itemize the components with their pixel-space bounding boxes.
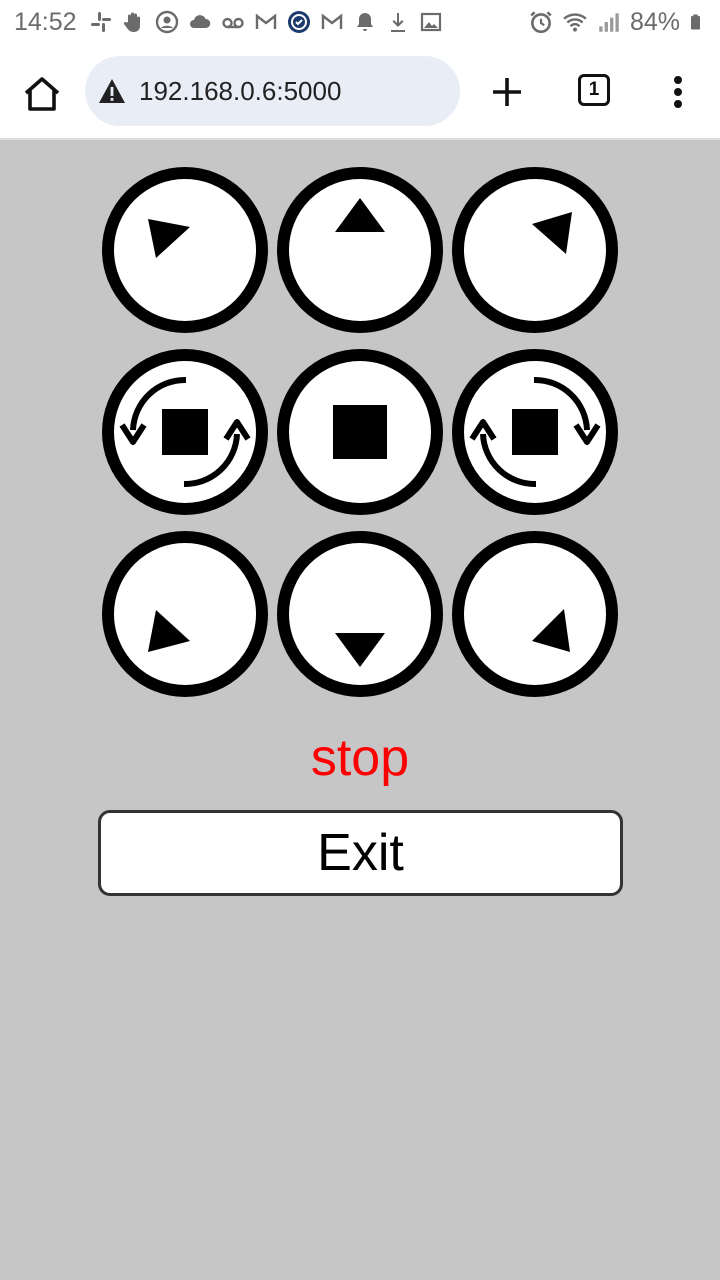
up-arrow-icon [277,167,443,333]
backward-button[interactable] [275,529,445,699]
battery-percentage: 84% [629,7,680,36]
down-arrow-icon [277,531,443,697]
warning-icon[interactable] [97,76,127,106]
bell-icon [356,13,373,31]
backward-left-button[interactable] [100,529,270,699]
slack-icon [90,12,111,32]
battery-icon [691,14,700,30]
alarm-icon [530,11,552,34]
browser-toolbar: 192.168.0.6:5000 1 [0,44,720,140]
forward-button[interactable] [275,165,445,335]
backward-left-icon [102,531,268,697]
gmail-icon [255,13,276,29]
rotate-left-icon [102,349,268,515]
url-text[interactable]: 192.168.0.6:5000 [139,76,341,107]
forward-right-icon [452,167,618,333]
tab-count: 1 [588,79,600,100]
account-icon [155,10,178,34]
clock: 14:52 [14,7,77,36]
tab-switcher-button[interactable]: 1 [578,74,610,106]
forward-left-button[interactable] [100,165,270,335]
address-bar[interactable]: 192.168.0.6:5000 [85,56,460,126]
gmail-icon [321,13,342,29]
shield-app-icon [287,11,310,33]
forward-right-button[interactable] [450,165,620,335]
rotate-right-button[interactable] [450,347,620,517]
backward-right-icon [452,531,618,697]
status-bar: 14:52 84% [0,0,720,44]
cloud-icon [189,15,210,28]
wifi-icon [563,13,587,32]
rotate-left-button[interactable] [100,347,270,517]
voicemail-icon [221,17,244,29]
home-icon[interactable] [20,72,64,116]
stop-button[interactable] [275,347,445,517]
backward-right-button[interactable] [450,529,620,699]
exit-button[interactable]: Exit [98,810,623,896]
rotate-right-icon [452,349,618,515]
download-icon [390,13,405,32]
exit-button-label: Exit [317,824,404,882]
stop-icon [277,349,443,515]
image-icon [420,12,441,32]
new-tab-icon[interactable] [488,73,526,111]
signal-icon [599,13,619,32]
notification-icons [89,10,443,34]
movement-status: stop [310,729,410,787]
more-menu-icon[interactable] [664,70,692,114]
hand-icon [123,12,140,32]
forward-left-icon [102,167,268,333]
